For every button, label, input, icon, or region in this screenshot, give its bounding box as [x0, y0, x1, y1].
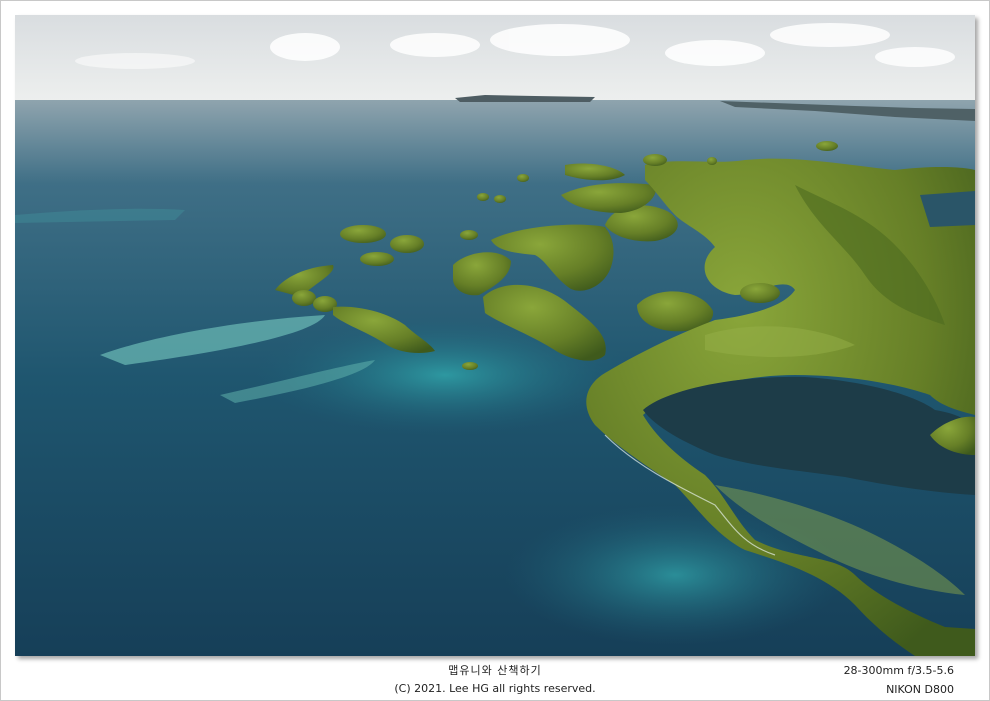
photo-scene	[15, 15, 975, 656]
aerial-photo	[15, 15, 975, 656]
caption-copyright: (C) 2021. Lee HG all rights reserved.	[394, 682, 596, 695]
caption-lens: 28-300mm f/3.5-5.6	[843, 664, 954, 677]
caption-camera: NIKON D800	[886, 683, 954, 696]
caption-title: 맵유니와 산책하기	[448, 664, 542, 677]
